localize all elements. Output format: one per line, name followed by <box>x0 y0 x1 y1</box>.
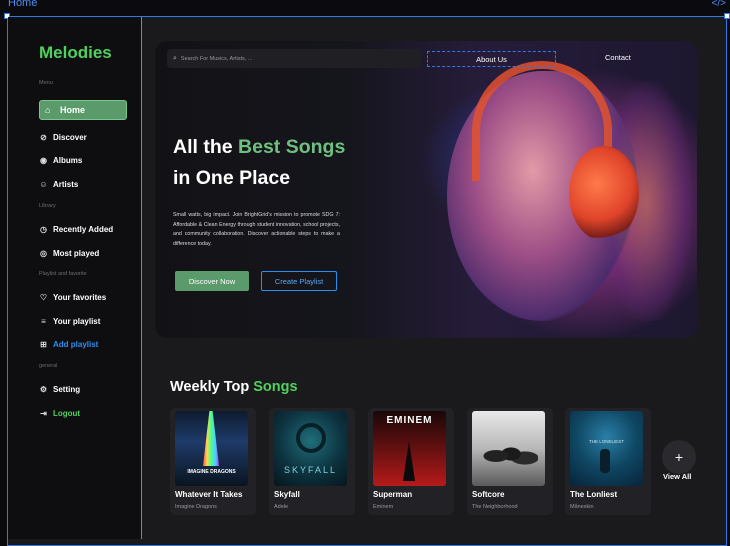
song-card[interactable]: IMAGINE DRAGONS Whatever It Takes Imagin… <box>170 408 256 515</box>
song-card[interactable]: Softcore The Neighborhood <box>467 408 553 515</box>
sidebar-item-albums[interactable]: ◉ Albums <box>39 153 82 167</box>
gear-icon: ⚙ <box>39 384 48 394</box>
sidebar-item-label: Artists <box>53 179 79 189</box>
view-all-label[interactable]: View All <box>663 472 691 481</box>
nav-contact[interactable]: Contact <box>605 53 631 62</box>
weekly-top-heading: Weekly Top Songs <box>170 379 298 395</box>
headphone-earcup <box>569 146 639 241</box>
heart-icon: ♡ <box>39 292 48 302</box>
hero-description: Small watts, big impact. Join BrightGrid… <box>173 212 340 247</box>
plus-icon: + <box>674 449 684 465</box>
song-title: The Lonliest <box>570 490 618 499</box>
brand-logo[interactable]: Melodies <box>39 43 112 63</box>
hero-heading-line2: in One Place <box>173 167 291 189</box>
sidebar-item-artists[interactable]: ☺ Artists <box>39 177 78 191</box>
section-playlist: Playlist and favorite <box>39 271 87 277</box>
song-card[interactable]: SKYFALL Skyfall Adele <box>269 408 355 515</box>
album-art-band <box>478 436 538 476</box>
sidebar-item-your-playlist[interactable]: ≡ Your playlist <box>39 314 100 328</box>
search-input[interactable]: ⌕ Search For Musics, Artists, ... <box>167 49 421 68</box>
album-art: IMAGINE DRAGONS <box>175 411 248 486</box>
weekly-heading-highlight: Songs <box>253 379 298 395</box>
search-placeholder: Search For Musics, Artists, ... <box>180 55 253 62</box>
code-icon[interactable]: </> <box>712 0 726 9</box>
sidebar-item-setting[interactable]: ⚙ Setting <box>39 382 80 396</box>
song-artist: Imagine Dragons <box>175 504 217 510</box>
song-artist: The Neighborhood <box>472 504 518 510</box>
sidebar-item-favorites[interactable]: ♡ Your favorites <box>39 290 106 304</box>
sidebar-item-label: Home <box>60 105 86 115</box>
album-art <box>472 411 545 486</box>
hero-heading: All the Best Songs in One Place <box>173 132 345 194</box>
weekly-heading-part: Weekly Top <box>170 379 254 395</box>
section-menu: Menu <box>39 80 53 86</box>
song-artist: Måneskin <box>570 504 594 510</box>
sidebar-item-most-played[interactable]: ◎ Most played <box>39 246 99 260</box>
sidebar-item-discover[interactable]: ⊘ Discover <box>39 130 87 144</box>
album-art-text: EMINEM <box>386 415 433 426</box>
sidebar-item-add-playlist[interactable]: ⊞ Add playlist <box>39 337 98 351</box>
album-art-prism <box>203 411 219 466</box>
hero-heading-highlight: Best Songs <box>238 136 346 158</box>
song-card[interactable]: THE LONELIEST The Lonliest Måneskin <box>565 408 651 515</box>
sidebar: Melodies Menu ⌂ Home ⊘ Discover ◉ Albums… <box>8 17 142 539</box>
song-artist: Adele <box>274 504 289 510</box>
resize-handle-top-right[interactable] <box>724 13 730 19</box>
album-art: EMINEM <box>373 411 446 486</box>
home-icon: ⌂ <box>45 105 51 115</box>
playlist-icon: ≡ <box>41 316 46 326</box>
disc-icon: ◉ <box>40 155 47 165</box>
song-title: Superman <box>373 490 413 499</box>
sidebar-item-label: Albums <box>53 155 83 165</box>
song-title: Whatever It Takes <box>175 490 243 499</box>
sidebar-item-label: Add playlist <box>53 339 99 349</box>
song-artist: Eminem <box>373 504 394 510</box>
create-playlist-button[interactable]: Create Playlist <box>261 271 337 291</box>
user-icon: ☺ <box>39 179 48 189</box>
discover-now-button[interactable]: Discover Now <box>175 271 249 291</box>
album-art-circle <box>296 423 326 453</box>
logout-icon: ⇥ <box>40 408 47 418</box>
hero-banner: ⌕ Search For Musics, Artists, ... About … <box>155 41 697 338</box>
song-title: Skyfall <box>274 490 300 499</box>
sidebar-item-logout[interactable]: ⇥ Logout <box>39 406 80 420</box>
target-icon: ◎ <box>40 248 47 258</box>
clock-icon: ◷ <box>40 224 47 234</box>
add-playlist-icon: ⊞ <box>40 339 47 349</box>
hero-heading-part: All the <box>173 136 239 158</box>
frame-label: Home <box>8 0 38 9</box>
song-title: Softcore <box>472 490 505 499</box>
page-frame: Melodies Menu ⌂ Home ⊘ Discover ◉ Albums… <box>4 13 730 546</box>
album-art-figure <box>600 449 610 473</box>
album-art: THE LONELIEST <box>570 411 643 486</box>
view-all-button[interactable]: + <box>662 440 696 474</box>
sidebar-item-label: Your favorites <box>53 292 107 302</box>
section-general: general <box>39 363 58 369</box>
album-art: SKYFALL <box>274 411 347 486</box>
album-art-text: THE LONELIEST <box>588 439 624 444</box>
album-art-figure <box>403 441 415 481</box>
nav-about-us[interactable]: About Us <box>427 51 556 67</box>
canvas-topbar: Home </> <box>0 0 730 16</box>
song-card[interactable]: EMINEM Superman Eminem <box>368 408 454 515</box>
compass-icon: ⊘ <box>40 132 47 142</box>
sidebar-item-label: Recently Added <box>53 224 114 234</box>
album-art-text: IMAGINE DRAGONS <box>187 469 236 475</box>
sidebar-item-recently-added[interactable]: ◷ Recently Added <box>39 222 113 236</box>
sidebar-item-label: Your playlist <box>53 316 101 326</box>
search-icon: ⌕ <box>173 54 177 62</box>
sidebar-item-label: Setting <box>53 384 81 394</box>
sidebar-item-home[interactable]: ⌂ Home <box>39 100 127 120</box>
section-library: Library <box>39 203 56 209</box>
album-art-text: SKYFALL <box>283 465 338 475</box>
sidebar-item-label: Logout <box>53 408 81 418</box>
sidebar-item-label: Most played <box>53 248 100 258</box>
sidebar-item-label: Discover <box>53 132 87 142</box>
